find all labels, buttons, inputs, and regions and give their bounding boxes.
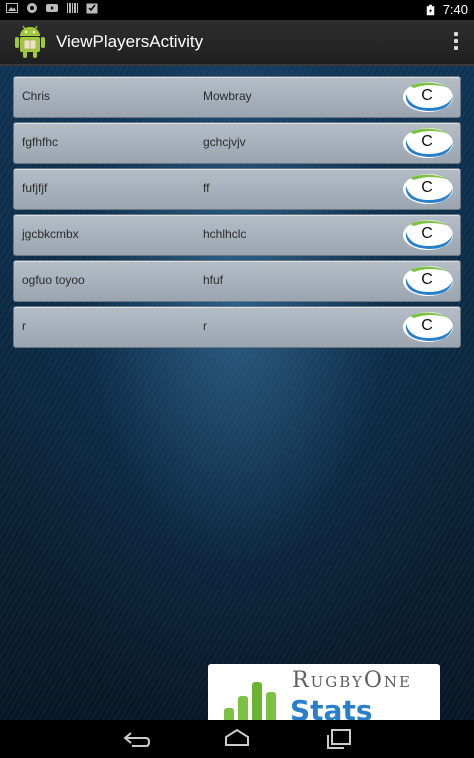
player-c-button[interactable]: C [400, 264, 454, 298]
battery-charging-icon [426, 4, 434, 15]
player-first-name: r [22, 319, 26, 333]
player-last-name: r [203, 319, 207, 333]
c-button-label: C [421, 317, 433, 334]
player-first-name: fgfhfhc [22, 135, 59, 149]
player-last-name: Mowbray [203, 89, 252, 103]
c-button-label: C [421, 225, 433, 242]
youtube-icon [46, 4, 58, 12]
player-c-button[interactable]: C [400, 310, 454, 344]
status-bar: 7:40 [0, 0, 474, 20]
player-last-name: gchcjvjv [203, 135, 246, 149]
checkbox-icon [86, 3, 98, 14]
player-first-name: ogfuo toyoo [22, 273, 85, 287]
player-last-name: hchlhclc [203, 227, 247, 241]
c-button-label: C [421, 87, 433, 104]
picture-icon [6, 3, 18, 13]
action-bar: ViewPlayersActivity [0, 20, 474, 66]
player-row[interactable]: jgcbkcmbx hchlhclc C [13, 214, 461, 256]
android-icon[interactable] [12, 24, 48, 60]
player-list: Chris Mowbray Cfgfhfhc gchcjvjv Cfufjfjf ff Cj… [13, 76, 461, 352]
back-icon[interactable] [122, 728, 150, 750]
logo-title: RugbyOne [292, 668, 412, 693]
player-c-button[interactable]: C [400, 172, 454, 206]
player-row[interactable]: Chris Mowbray C [13, 76, 461, 118]
player-row[interactable]: fufjfjf ff C [13, 168, 461, 210]
c-button-label: C [421, 133, 433, 150]
app-icon [27, 3, 37, 13]
overflow-menu-icon[interactable] [452, 30, 460, 54]
player-row[interactable]: fgfhfhc gchcjvjv C [13, 122, 461, 164]
content-area: Chris Mowbray Cfgfhfhc gchcjvjv Cfufjfjf ff Cj… [0, 66, 474, 751]
player-first-name: Chris [22, 89, 51, 103]
clock: 7:40 [442, 2, 468, 17]
player-first-name: jgcbkcmbx [22, 227, 79, 241]
player-row[interactable]: rrC [13, 306, 461, 348]
recent-apps-icon[interactable] [324, 728, 352, 750]
player-c-button[interactable]: C [400, 218, 454, 252]
page-title: ViewPlayersActivity [56, 32, 204, 51]
player-c-button[interactable]: C [400, 126, 454, 160]
player-c-button[interactable]: C [400, 80, 454, 114]
player-last-name: ff [203, 181, 210, 195]
player-last-name: hfuf [203, 273, 224, 287]
navigation-bar [0, 720, 474, 758]
c-button-label: C [421, 179, 433, 196]
barcode-icon [67, 3, 78, 13]
c-button-label: C [421, 271, 433, 288]
home-icon[interactable] [223, 728, 251, 750]
player-first-name: fufjfjf [22, 181, 48, 195]
player-row[interactable]: ogfuo toyoo hfuf C [13, 260, 461, 302]
